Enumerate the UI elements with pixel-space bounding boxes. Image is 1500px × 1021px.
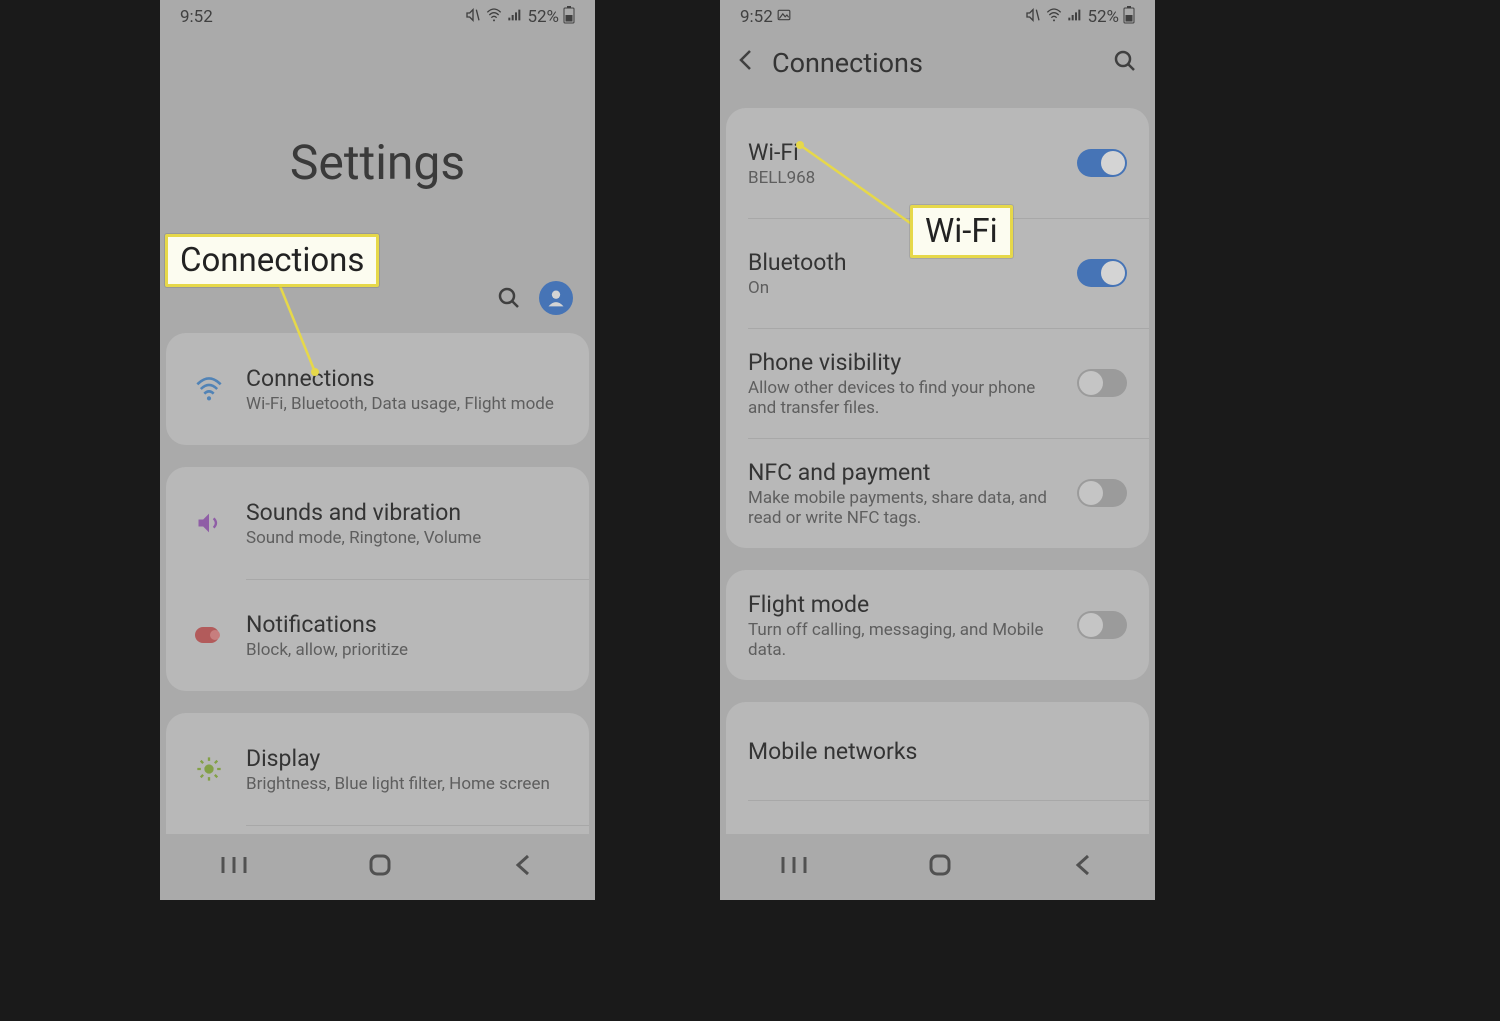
mute-icon [1025,7,1041,28]
signal-icon [1067,7,1083,28]
row-title: Wi-Fi [748,139,1067,166]
row-wifi[interactable]: Wi-Fi BELL968 [726,108,1149,218]
battery-icon [563,6,575,28]
search-icon[interactable] [1113,49,1137,77]
row-sub: Make mobile payments, share data, and re… [748,488,1067,528]
status-bar: 9:52 52% [160,0,595,34]
card-sound-notif: Sounds and vibration Sound mode, Rington… [166,467,589,691]
row-connections[interactable]: Connections Wi-Fi, Bluetooth, Data usage… [166,333,589,445]
status-right: 52% [465,6,575,28]
back-button[interactable] [1074,853,1094,881]
signal-icon [507,7,523,28]
card-mobile: Mobile networks Data usage Mobile Hotspo… [726,702,1149,834]
row-display[interactable]: Display Brightness, Blue light filter, H… [166,713,589,825]
card-display-wallpaper: Display Brightness, Blue light filter, H… [166,713,589,834]
screenshot-icon [777,7,791,27]
row-data-usage[interactable]: Data usage [726,800,1149,834]
card-flight: Flight mode Turn off calling, messaging,… [726,570,1149,680]
row-sub: Sound mode, Ringtone, Volume [246,528,481,548]
home-button[interactable] [928,853,952,881]
status-time: 9:52 [180,7,213,27]
row-sub: BELL968 [748,168,1067,188]
row-bluetooth[interactable]: Bluetooth On [726,218,1149,328]
row-title: Display [246,745,550,772]
toolbar [160,281,595,327]
status-time: 9:52 [740,7,791,27]
row-title: Flight mode [748,591,1067,618]
page-title: Settings [160,134,595,191]
row-title: Connections [246,365,554,392]
stage: 9:52 52% Settings [0,0,1500,1021]
row-title: Notifications [246,611,408,638]
phone-connections: 9:52 52% Connections [720,0,1155,900]
row-sub: Block, allow, prioritize [246,640,408,660]
back-button[interactable] [514,853,534,881]
status-right: 52% [1025,6,1135,28]
row-flight-mode[interactable]: Flight mode Turn off calling, messaging,… [726,570,1149,680]
battery-text: 52% [1087,7,1119,27]
row-nfc[interactable]: NFC and payment Make mobile payments, sh… [726,438,1149,548]
settings-content: Settings Connections Wi-Fi, Bluetooth, D… [160,34,595,834]
row-mobile-networks[interactable]: Mobile networks [726,702,1149,800]
mute-icon [465,7,481,28]
row-sub: Turn off calling, messaging, and Mobile … [748,620,1067,660]
search-icon[interactable] [497,286,521,310]
row-sounds[interactable]: Sounds and vibration Sound mode, Rington… [166,467,589,579]
row-sub: Allow other devices to find your phone a… [748,378,1067,418]
row-notifications[interactable]: Notifications Block, allow, prioritize [166,579,589,691]
wifi-icon [1045,7,1063,28]
wifi-toggle[interactable] [1077,149,1127,177]
top-bar: Connections [720,34,1155,92]
nfc-toggle[interactable] [1077,479,1127,507]
nav-bar [160,834,595,900]
card-radio: Wi-Fi BELL968 Bluetooth On Phone visibil… [726,108,1149,548]
brightness-icon [186,755,232,783]
row-sub: On [748,278,1067,298]
row-title: Phone visibility [748,349,1067,376]
bluetooth-toggle[interactable] [1077,259,1127,287]
wifi-icon [485,7,503,28]
battery-icon [1123,6,1135,28]
visibility-toggle[interactable] [1077,369,1127,397]
row-sub: Wi-Fi, Bluetooth, Data usage, Flight mod… [246,394,554,414]
row-title: Bluetooth [748,249,1067,276]
status-bar: 9:52 52% [720,0,1155,34]
row-title: NFC and payment [748,459,1067,486]
row-title: Mobile networks [748,738,1117,765]
row-title: Sounds and vibration [246,499,481,526]
sound-icon [186,509,232,537]
nav-bar [720,834,1155,900]
profile-avatar[interactable] [539,281,573,315]
home-button[interactable] [368,853,392,881]
row-wallpapers[interactable]: Wallpapers and themes Wallpapers, Themes… [166,825,589,834]
page-title: Connections [772,47,1095,79]
flight-toggle[interactable] [1077,611,1127,639]
connections-content: Connections Wi-Fi BELL968 Bluetooth O [720,34,1155,834]
notification-icon [186,625,232,645]
recent-apps-button[interactable] [221,855,247,879]
row-phone-visibility[interactable]: Phone visibility Allow other devices to … [726,328,1149,438]
row-sub: Brightness, Blue light filter, Home scre… [246,774,550,794]
wifi-icon [186,375,232,403]
recent-apps-button[interactable] [781,855,807,879]
phone-settings: 9:52 52% Settings [160,0,595,900]
back-icon[interactable] [738,49,754,77]
battery-text: 52% [527,7,559,27]
card-connections: Connections Wi-Fi, Bluetooth, Data usage… [166,333,589,445]
